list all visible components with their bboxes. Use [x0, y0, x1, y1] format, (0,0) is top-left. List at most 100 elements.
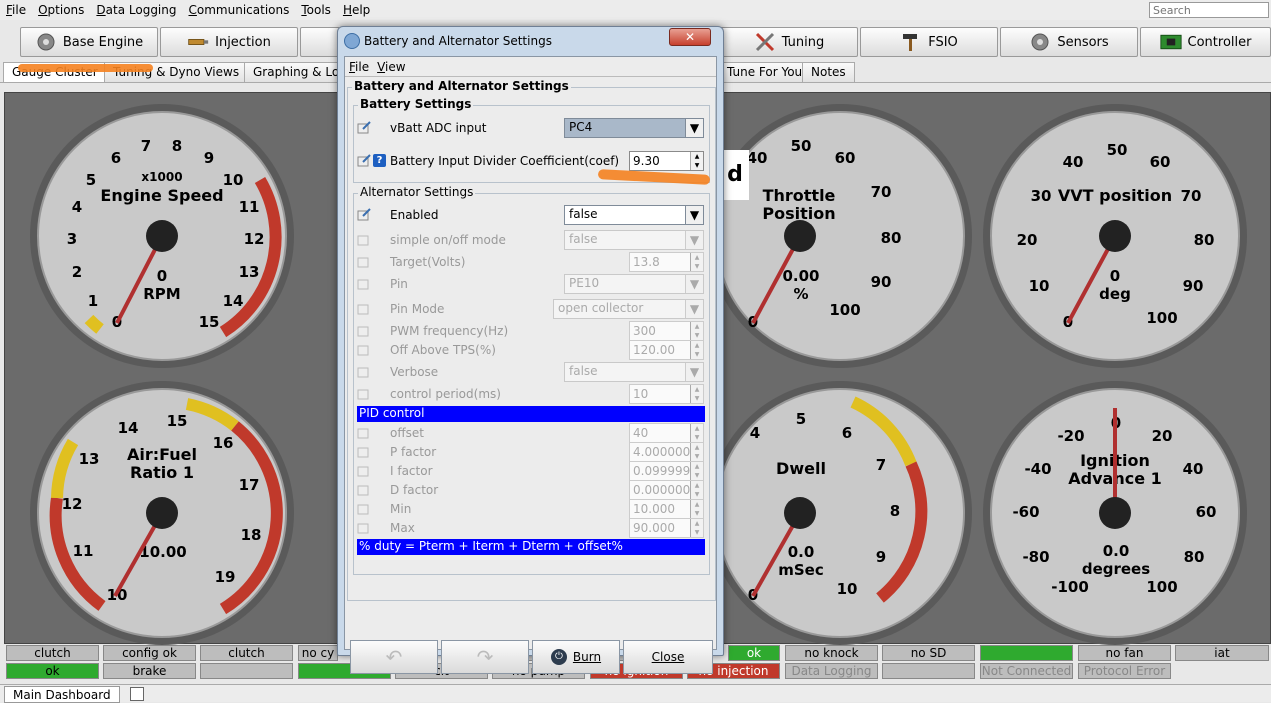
dialog-titlebar[interactable]: Battery and Alternator Settings [338, 27, 723, 55]
fsio-button[interactable]: FSIO [860, 27, 998, 57]
control-period-label: control period(ms) [390, 387, 501, 401]
verbose-select[interactable]: false ▼ [564, 362, 704, 382]
pencil-icon [357, 523, 369, 534]
simple-mode-label: simple on/off mode [390, 233, 506, 247]
menu-file[interactable]: File [0, 3, 32, 17]
injection-button[interactable]: Injection [160, 27, 298, 57]
rpm-multiplier: x1000 [141, 170, 182, 184]
coef-value: 9.30 [633, 154, 660, 168]
chevron-down-icon: ▼ [685, 119, 703, 137]
p-factor-input[interactable]: 4.0000000 ▲ ▼ [629, 442, 704, 462]
close-button[interactable]: Close [623, 640, 713, 674]
tick-label: 100 [1146, 309, 1177, 327]
i-factor-row: I factor 0.0999999 ▲ ▼ [345, 461, 717, 481]
control-period-input[interactable]: 10 ▲ ▼ [629, 384, 704, 404]
search-input[interactable] [1149, 2, 1269, 18]
tick-label: 17 [239, 476, 260, 494]
tick-label: 60 [1196, 503, 1217, 521]
tick-label: 3 [67, 230, 77, 248]
menu-communications[interactable]: Communications [183, 3, 296, 17]
indicator: iat [1175, 645, 1269, 661]
tab-main-dashboard[interactable]: Main Dashboard [4, 686, 120, 703]
spinner-arrows[interactable]: ▲ ▼ [690, 519, 703, 537]
tick-label: 10 [1029, 277, 1050, 295]
dialog-menu-view[interactable]: View [373, 60, 409, 74]
page-icon[interactable] [130, 687, 144, 701]
tick-label: 4 [72, 198, 82, 216]
pencil-icon[interactable] [357, 154, 372, 167]
enabled-select[interactable]: false ▼ [564, 205, 704, 225]
base-engine-button[interactable]: Base Engine [20, 27, 158, 57]
menu-help[interactable]: Help [337, 3, 376, 17]
spinner-arrows[interactable]: ▲ ▼ [690, 253, 703, 271]
menu-options[interactable]: Options [32, 3, 90, 17]
tick-label: 7 [141, 137, 151, 155]
tick-label: 50 [1107, 141, 1128, 159]
pin-label: Pin [390, 277, 408, 291]
throttle-position-gauge: Throttle Position 0 40 50 60 70 80 90 10… [705, 101, 975, 371]
spinner-arrows[interactable]: ▲ ▼ [690, 462, 703, 480]
i-factor-input[interactable]: 0.0999999 ▲ ▼ [629, 461, 704, 481]
spinner-arrows[interactable]: ▲ ▼ [690, 385, 703, 403]
undo-button[interactable]: ↶ [350, 640, 438, 674]
redo-button[interactable]: ↷ [441, 640, 529, 674]
indicator: Not Connected [980, 663, 1073, 679]
spinner-arrows[interactable]: ▲ ▼ [690, 152, 703, 170]
d-factor-input[interactable]: 0.0000000 ▲ ▼ [629, 480, 704, 500]
indicator: no SD [882, 645, 975, 661]
dialog-menu-file[interactable]: File [345, 60, 373, 74]
indicator [980, 645, 1073, 661]
max-input[interactable]: 90.000 ▲ ▼ [629, 518, 704, 538]
pin-mode-select[interactable]: open collector ▼ [553, 299, 704, 319]
close-icon[interactable]: ✕ [669, 28, 711, 46]
coef-input[interactable]: 9.30 ▲ ▼ [629, 151, 704, 171]
simple-mode-select[interactable]: false ▼ [564, 230, 704, 250]
menu-data-logging[interactable]: Data Logging [90, 3, 182, 17]
chevron-down-icon: ▼ [685, 275, 703, 293]
tab-tune-for-you[interactable]: Tune For You [718, 62, 812, 82]
pencil-icon [357, 304, 369, 315]
tick-label: 50 [791, 137, 812, 155]
pwm-value: 300 [633, 324, 656, 338]
min-input[interactable]: 10.000 ▲ ▼ [629, 499, 704, 519]
pin-select[interactable]: PE10 ▼ [564, 274, 704, 294]
pid-formula: % duty = Pterm + Iterm + Dterm + offset% [357, 539, 705, 555]
spinner-arrows[interactable]: ▲ ▼ [690, 322, 703, 340]
d-factor-row: D factor 0.0000000 ▲ ▼ [345, 480, 717, 500]
toolbar-button-hidden[interactable] [300, 27, 340, 57]
undo-icon: ↶ [385, 645, 403, 669]
menu-tools[interactable]: Tools [295, 3, 337, 17]
pencil-icon[interactable] [357, 208, 372, 221]
tick-label: 11 [239, 198, 260, 216]
off-tps-input[interactable]: 120.00 ▲ ▼ [629, 340, 704, 360]
tick-label: 100 [829, 301, 860, 319]
spinner-arrows[interactable]: ▲ ▼ [690, 424, 703, 442]
wrench-screwdriver-icon [754, 31, 776, 53]
pwm-input[interactable]: 300 ▲ ▼ [629, 321, 704, 341]
burn-button[interactable]: ⏻ Burn [532, 640, 620, 674]
redo-icon: ↷ [476, 645, 494, 669]
ignition-value: 0.0 [1103, 542, 1130, 560]
min-value: 10.000 [633, 502, 675, 516]
target-input[interactable]: 13.8 ▲ ▼ [629, 252, 704, 272]
tick-label: 100 [1146, 578, 1177, 596]
spinner-arrows[interactable]: ▲ ▼ [690, 341, 703, 359]
vbatt-select[interactable]: PC4 ▼ [564, 118, 704, 138]
spinner-arrows[interactable]: ▲ ▼ [690, 481, 703, 499]
offset-input[interactable]: 40 ▲ ▼ [629, 423, 704, 443]
app-icon [344, 33, 360, 49]
min-label: Min [390, 502, 412, 516]
indicator: Protocol Error [1078, 663, 1171, 679]
tab-notes[interactable]: Notes [802, 62, 855, 82]
spinner-arrows[interactable]: ▲ ▼ [690, 443, 703, 461]
pencil-icon[interactable] [357, 121, 372, 134]
pencil-icon [357, 504, 369, 515]
spinner-arrows[interactable]: ▲ ▼ [690, 500, 703, 518]
controller-button[interactable]: Controller [1140, 27, 1271, 57]
sensors-button[interactable]: Sensors [1000, 27, 1138, 57]
help-icon[interactable]: ? [373, 154, 386, 167]
throttle-title-1: Throttle [763, 186, 836, 205]
pencil-icon [357, 345, 369, 356]
tick-label: -20 [1057, 427, 1084, 445]
tuning-button[interactable]: Tuning [720, 27, 858, 57]
